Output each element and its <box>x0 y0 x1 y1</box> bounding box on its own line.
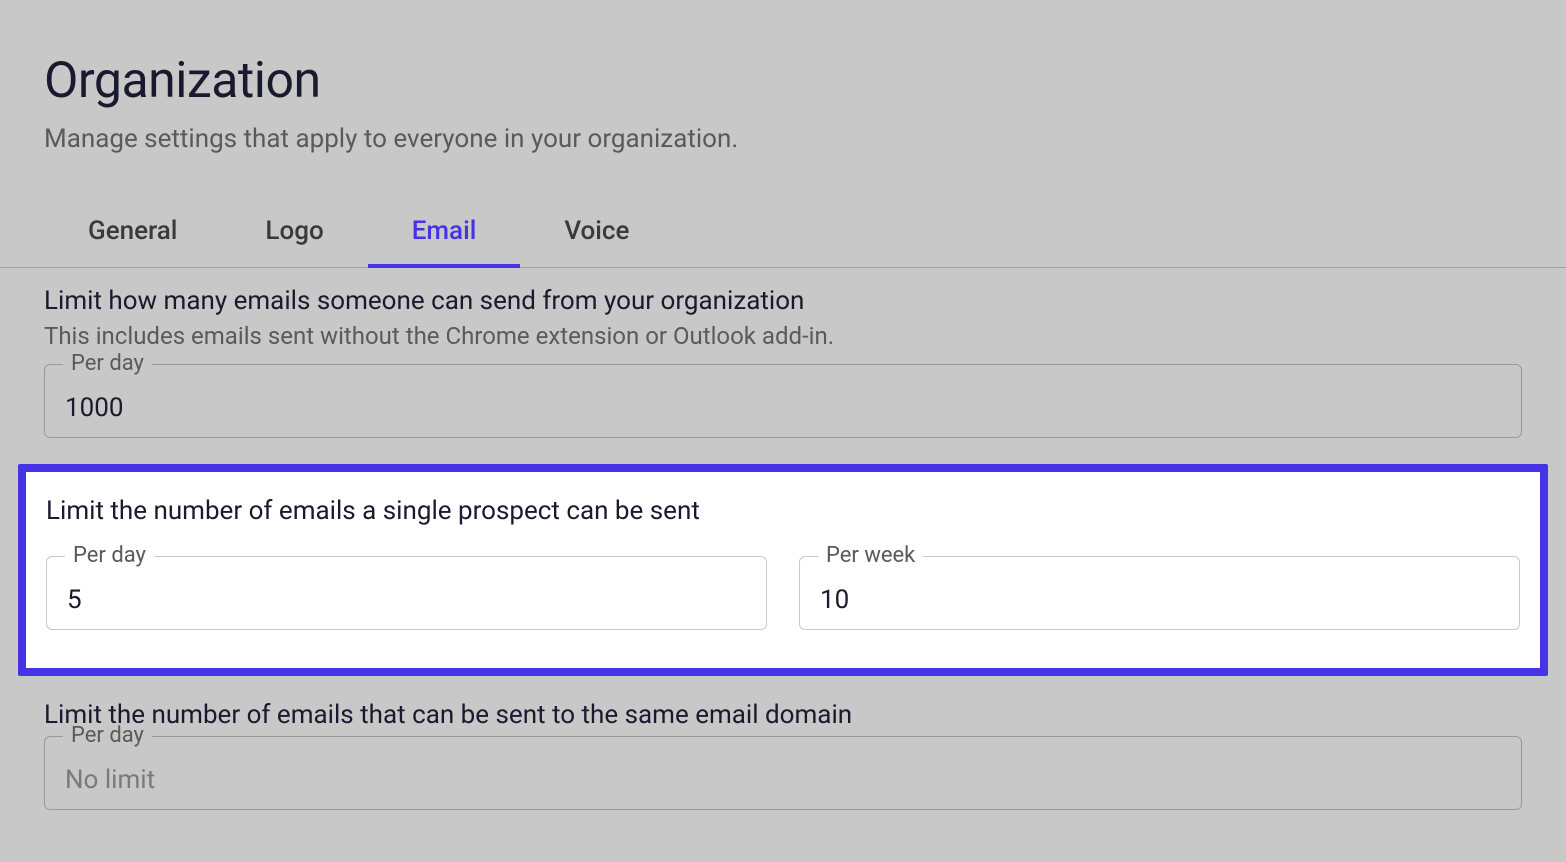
tab-voice[interactable]: Voice <box>520 202 673 268</box>
org-per-day-label: Per day <box>63 351 152 376</box>
prospect-per-day-input[interactable] <box>67 585 746 615</box>
tab-email[interactable]: Email <box>368 202 521 268</box>
tab-general[interactable]: General <box>44 202 221 268</box>
domain-per-day-label: Per day <box>63 723 152 748</box>
prospect-per-day-field[interactable]: Per day <box>46 556 767 630</box>
tab-logo[interactable]: Logo <box>221 202 367 268</box>
section-org-email-limit-title: Limit how many emails someone can send f… <box>44 286 1522 316</box>
page-title: Organization <box>44 52 1522 110</box>
prospect-per-week-input[interactable] <box>820 585 1499 615</box>
prospect-per-day-label: Per day <box>65 543 154 568</box>
domain-per-day-field[interactable]: Per day <box>44 736 1522 810</box>
section-org-email-limit: Limit how many emails someone can send f… <box>44 286 1522 438</box>
section-prospect-email-limit: Limit the number of emails a single pros… <box>18 464 1548 676</box>
section-prospect-email-limit-title: Limit the number of emails a single pros… <box>46 496 1520 526</box>
prospect-per-week-label: Per week <box>818 543 923 568</box>
section-org-email-limit-subtitle: This includes emails sent without the Ch… <box>44 322 1522 350</box>
org-per-day-field[interactable]: Per day <box>44 364 1522 438</box>
domain-per-day-input[interactable] <box>65 765 1501 795</box>
section-domain-email-limit: Limit the number of emails that can be s… <box>44 700 1522 810</box>
page-subtitle: Manage settings that apply to everyone i… <box>44 124 1522 154</box>
tabs: General Logo Email Voice <box>0 202 1566 268</box>
section-domain-email-limit-title: Limit the number of emails that can be s… <box>44 700 1522 730</box>
org-per-day-input[interactable] <box>65 393 1501 423</box>
prospect-per-week-field[interactable]: Per week <box>799 556 1520 630</box>
